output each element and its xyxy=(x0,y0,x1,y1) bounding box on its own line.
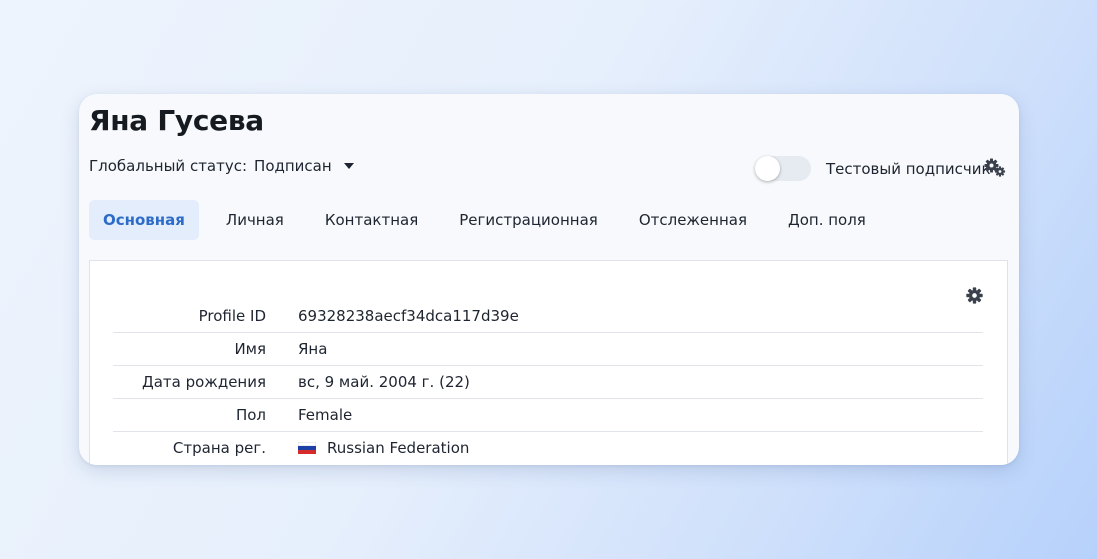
global-status: Глобальный статус: Подписан xyxy=(89,157,354,175)
field-value-wrap: Russian Federation xyxy=(298,439,469,457)
field-profile-id: Profile ID 69328238aecf34dca117d39e xyxy=(113,300,983,333)
field-label: Profile ID xyxy=(198,307,266,325)
field-value: 69328238aecf34dca117d39e xyxy=(298,307,519,325)
field-label: Пол xyxy=(235,406,266,424)
russia-flag-icon xyxy=(298,442,316,454)
field-value: Russian Federation xyxy=(327,439,470,457)
field-value: вс, 9 май. 2004 г. (22) xyxy=(298,373,470,391)
page-title: Яна Гусева xyxy=(89,104,264,137)
field-gender: Пол Female xyxy=(113,399,983,432)
test-subscriber-toggle[interactable] xyxy=(755,156,811,181)
field-first-name: Имя Яна xyxy=(113,333,983,366)
profile-card: Яна Гусева Глобальный статус: Подписан Т… xyxy=(79,94,1019,465)
field-value: Яна xyxy=(298,340,328,358)
field-birth-date: Дата рождения вс, 9 май. 2004 г. (22) xyxy=(113,366,983,399)
field-label: Имя xyxy=(234,340,266,358)
test-subscriber-label: Тестовый подписчик xyxy=(826,160,991,178)
tab-custom-fields[interactable]: Доп. поля xyxy=(774,200,880,240)
tab-registration[interactable]: Регистрационная xyxy=(445,200,612,240)
tab-contact[interactable]: Контактная xyxy=(311,200,432,240)
field-label: Дата рождения xyxy=(142,373,266,391)
tab-basic[interactable]: Основная xyxy=(89,200,199,240)
gears-icon[interactable] xyxy=(984,158,1006,178)
tab-bar: Основная Личная Контактная Регистрационн… xyxy=(89,200,893,240)
toggle-knob xyxy=(755,156,780,181)
caret-down-icon[interactable] xyxy=(343,163,354,169)
global-status-label: Глобальный статус: xyxy=(89,157,248,175)
field-label: Страна рег. xyxy=(172,439,266,457)
basic-info-panel: Profile ID 69328238aecf34dca117d39e Имя … xyxy=(89,260,1008,465)
tab-personal[interactable]: Личная xyxy=(212,200,298,240)
tab-tracked[interactable]: Отслеженная xyxy=(625,200,761,240)
flag-stripe-red xyxy=(298,450,316,454)
field-reg-country: Страна рег. Russian Federation xyxy=(113,432,983,464)
profile-fields: Profile ID 69328238aecf34dca117d39e Имя … xyxy=(113,300,983,464)
global-status-value[interactable]: Подписан xyxy=(254,157,332,175)
field-value: Female xyxy=(298,406,353,424)
